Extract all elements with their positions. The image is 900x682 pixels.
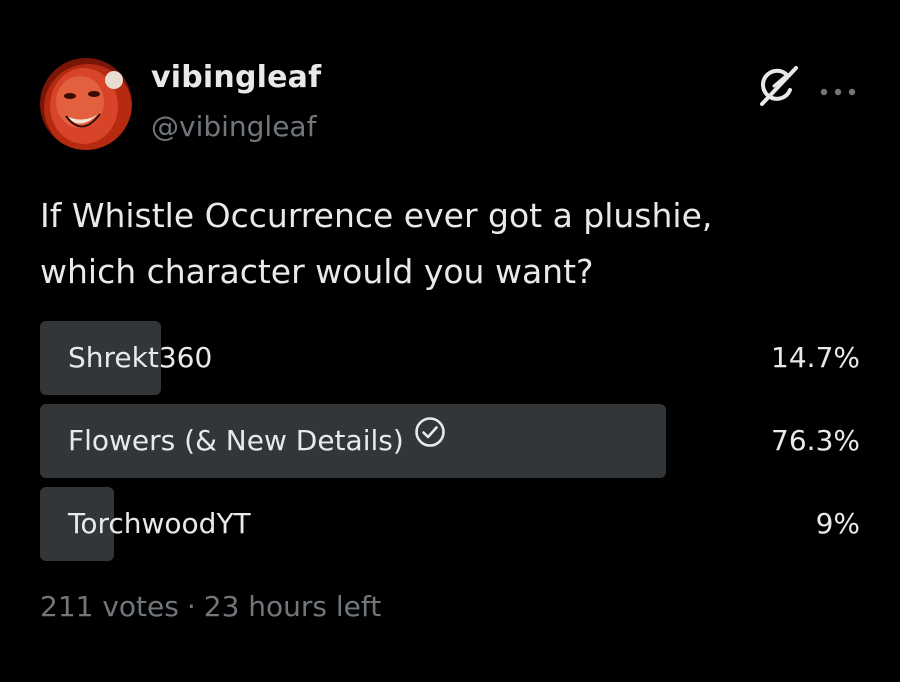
poll-option-torchwoodyt: TorchwoodYT 9% bbox=[40, 487, 860, 561]
tweet-text: If Whistle Occurrence ever got a plushie… bbox=[40, 188, 860, 300]
poll: Shrekt360 14.7% Flowers (& New Details) … bbox=[40, 321, 860, 570]
poll-option-percent: 76.3% bbox=[771, 424, 860, 457]
author-handle[interactable]: @vibingleaf bbox=[151, 110, 316, 143]
avatar-image bbox=[40, 58, 132, 150]
poll-option-shrekt360: Shrekt360 14.7% bbox=[40, 321, 860, 395]
grok-icon[interactable] bbox=[754, 64, 802, 108]
poll-option-label: TorchwoodYT bbox=[68, 507, 251, 540]
poll-option-percent: 9% bbox=[815, 507, 860, 540]
tweet-text-line: If Whistle Occurrence ever got a plushie… bbox=[40, 196, 713, 235]
poll-vote-count: 211 votes bbox=[40, 590, 179, 623]
avatar[interactable] bbox=[40, 58, 132, 150]
check-circle-icon bbox=[414, 402, 446, 476]
author-display-name[interactable]: vibingleaf bbox=[151, 60, 321, 95]
poll-time-left: 23 hours left bbox=[203, 590, 382, 623]
poll-meta-separator: · bbox=[186, 590, 196, 623]
poll-option-percent: 14.7% bbox=[771, 341, 860, 374]
next-post-preview bbox=[160, 674, 390, 682]
poll-option-label-wrap: Flowers (& New Details) bbox=[68, 404, 446, 478]
tweet-text-line: which character would you want? bbox=[40, 252, 594, 291]
poll-option-label: Flowers (& New Details) bbox=[68, 424, 404, 457]
poll-meta: 211 votes · 23 hours left bbox=[40, 590, 381, 623]
poll-option-flowers: Flowers (& New Details) 76.3% bbox=[40, 404, 860, 478]
poll-option-label: Shrekt360 bbox=[68, 341, 213, 374]
more-options-icon[interactable] bbox=[818, 82, 858, 96]
